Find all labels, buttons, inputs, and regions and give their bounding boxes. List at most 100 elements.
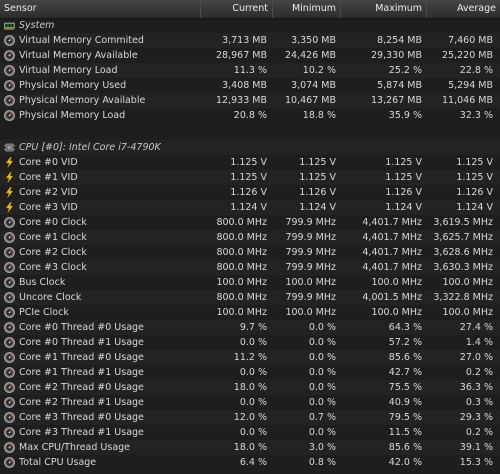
sensor-row[interactable]: Core #2 VID 1.126 V 1.126 V 1.126 V 1.126 V: [0, 185, 500, 200]
minimum-value: 799.9 MHz: [285, 232, 336, 243]
current-value: 12.0 %: [233, 412, 267, 423]
sensor-row[interactable]: Core #0 VID 1.125 V 1.125 V 1.125 V 1.125 V: [0, 155, 500, 170]
column-header-current[interactable]: Current: [200, 0, 272, 18]
current-value: 28,967 MB: [216, 50, 267, 61]
minimum-value: 0.0 %: [308, 427, 336, 438]
maximum-value: 85.6 %: [388, 352, 422, 363]
average-value: 3,630.3 MHz: [433, 262, 493, 273]
average-value: 1.126 V: [456, 187, 493, 198]
average-value: 25,220 MB: [442, 50, 493, 61]
sensor-name: Core #3 Thread #0 Usage: [19, 412, 144, 423]
minimum-value: 799.9 MHz: [285, 292, 336, 303]
column-header-minimum[interactable]: Minimum: [272, 0, 340, 18]
maximum-value: 40.9 %: [388, 397, 422, 408]
section-header[interactable]: System: [0, 18, 500, 33]
sensor-row[interactable]: Core #2 Thread #0 Usage 18.0 % 0.0 % 75.5 %…: [0, 380, 500, 395]
sensor-row[interactable]: Core #1 Thread #1 Usage 0.0 % 0.0 % 42.7 % 0…: [0, 365, 500, 380]
average-value: 1.4 %: [465, 337, 493, 348]
current-value: 18.0 %: [233, 442, 267, 453]
maximum-value: 35.9 %: [388, 110, 422, 121]
sensor-name: Core #0 Thread #0 Usage: [19, 322, 144, 333]
sensor-row[interactable]: Bus Clock 100.0 MHz 100.0 MHz 100.0 MHz 100.…: [0, 275, 500, 290]
minimum-value: 799.9 MHz: [285, 217, 336, 228]
sensor-row[interactable]: Core #3 VID 1.124 V 1.124 V 1.124 V 1.124 V: [0, 200, 500, 215]
sensor-row[interactable]: Core #3 Thread #0 Usage 12.0 % 0.7 % 79.5 %…: [0, 410, 500, 425]
minimum-value: 18.8 %: [302, 110, 336, 121]
sensor-list: System Virtual Memory Commited 3,713 MB 3,3…: [0, 18, 500, 470]
current-value: 800.0 MHz: [216, 262, 267, 273]
average-value: 15.3 %: [459, 457, 493, 468]
current-value: 800.0 MHz: [216, 217, 267, 228]
average-value: 39.1 %: [459, 442, 493, 453]
sensor-row[interactable]: Core #3 Thread #1 Usage 0.0 % 0.0 % 11.5 % 0…: [0, 425, 500, 440]
minimum-value: 100.0 MHz: [285, 307, 336, 318]
sensor-name: Core #2 Thread #0 Usage: [19, 382, 144, 393]
sensor-name: Core #1 Thread #1 Usage: [19, 367, 144, 378]
sensor-row[interactable]: Total CPU Usage 6.4 % 0.8 % 42.0 % 15.3 %: [0, 455, 500, 470]
sensor-name: Core #2 VID: [19, 187, 78, 198]
column-header-maximum[interactable]: Maximum: [340, 0, 426, 18]
current-value: 6.4 %: [239, 457, 267, 468]
sensor-row[interactable]: PCIe Clock 100.0 MHz 100.0 MHz 100.0 MHz 100…: [0, 305, 500, 320]
minimum-value: 3,074 MB: [291, 80, 336, 91]
maximum-value: 25.2 %: [388, 65, 422, 76]
section-header[interactable]: CPU [#0]: Intel Core i7-4790K: [0, 140, 500, 155]
minimum-value: 0.0 %: [308, 397, 336, 408]
maximum-value: 64.3 %: [388, 322, 422, 333]
current-value: 11.2 %: [233, 352, 267, 363]
maximum-value: 5,874 MB: [377, 80, 422, 91]
sensor-name: Core #2 Thread #1 Usage: [19, 397, 144, 408]
sensor-row[interactable]: Uncore Clock 800.0 MHz 799.9 MHz 4,001.5 MH…: [0, 290, 500, 305]
current-value: 800.0 MHz: [216, 232, 267, 243]
maximum-value: 4,001.5 MHz: [362, 292, 422, 303]
sensor-row[interactable]: Core #1 Thread #0 Usage 11.2 % 0.0 % 85.6 %…: [0, 350, 500, 365]
sensor-row[interactable]: Core #0 Thread #1 Usage 0.0 % 0.0 % 57.2 % 1…: [0, 335, 500, 350]
minimum-value: 799.9 MHz: [285, 262, 336, 273]
column-header-average[interactable]: Average: [426, 0, 500, 18]
sensor-row[interactable]: Core #2 Clock 800.0 MHz 799.9 MHz 4,401.7 M…: [0, 245, 500, 260]
sensor-row[interactable]: Virtual Memory Available 28,967 MB 24,426 …: [0, 48, 500, 63]
sensor-name: Virtual Memory Available: [19, 50, 138, 61]
sensor-row[interactable]: Core #0 Clock 800.0 MHz 799.9 MHz 4,401.7 M…: [0, 215, 500, 230]
minimum-value: 100.0 MHz: [285, 277, 336, 288]
average-value: 3,619.5 MHz: [433, 217, 493, 228]
sensor-row[interactable]: Virtual Memory Load 11.3 % 10.2 % 25.2 % 22.…: [0, 63, 500, 78]
column-header-sensor[interactable]: Sensor: [0, 0, 200, 18]
average-value: 0.2 %: [465, 427, 493, 438]
sensor-row[interactable]: Core #1 VID 1.125 V 1.125 V 1.125 V 1.125 V: [0, 170, 500, 185]
sensor-name: Uncore Clock: [19, 292, 82, 303]
current-value: 3,408 MB: [222, 80, 267, 91]
sensor-row[interactable]: Core #1 Clock 800.0 MHz 799.9 MHz 4,401.7 M…: [0, 230, 500, 245]
sensor-row[interactable]: Core #2 Thread #1 Usage 0.0 % 0.0 % 40.9 % 0…: [0, 395, 500, 410]
minimum-value: 0.0 %: [308, 322, 336, 333]
sensor-row[interactable]: Max CPU/Thread Usage 18.0 % 3.0 % 85.6 % 39.…: [0, 440, 500, 455]
average-value: 22.8 %: [459, 65, 493, 76]
average-value: 3,322.8 MHz: [433, 292, 493, 303]
average-value: 3,628.6 MHz: [433, 247, 493, 258]
sensor-name: Core #0 VID: [19, 157, 78, 168]
sensor-row[interactable]: Core #3 Clock 800.0 MHz 799.9 MHz 4,401.7 M…: [0, 260, 500, 275]
maximum-value: 4,401.7 MHz: [362, 262, 422, 273]
maximum-value: 100.0 MHz: [371, 307, 422, 318]
sensor-name: PCIe Clock: [19, 307, 69, 318]
minimum-value: 799.9 MHz: [285, 247, 336, 258]
section-label: System: [19, 20, 55, 31]
maximum-value: 79.5 %: [388, 412, 422, 423]
sensor-name: Core #3 VID: [19, 202, 78, 213]
minimum-value: 10,467 MB: [285, 95, 336, 106]
sensor-row[interactable]: Core #0 Thread #0 Usage 9.7 % 0.0 % 64.3 % 2…: [0, 320, 500, 335]
average-value: 0.2 %: [465, 367, 493, 378]
sensor-row[interactable]: Virtual Memory Commited 3,713 MB 3,350 MB 8…: [0, 33, 500, 48]
maximum-value: 8,254 MB: [377, 35, 422, 46]
maximum-value: 85.6 %: [388, 442, 422, 453]
sensor-row[interactable]: Physical Memory Used 3,408 MB 3,074 MB 5,87…: [0, 78, 500, 93]
maximum-value: 1.124 V: [385, 202, 422, 213]
minimum-value: 10.2 %: [302, 65, 336, 76]
average-value: 7,460 MB: [448, 35, 493, 46]
maximum-value: 100.0 MHz: [371, 277, 422, 288]
sensor-row[interactable]: Physical Memory Load 20.8 % 18.8 % 35.9 % 32…: [0, 108, 500, 123]
maximum-value: 1.125 V: [385, 172, 422, 183]
sensor-row[interactable]: Physical Memory Available 12,933 MB 10,467…: [0, 93, 500, 108]
current-value: 11.3 %: [233, 65, 267, 76]
